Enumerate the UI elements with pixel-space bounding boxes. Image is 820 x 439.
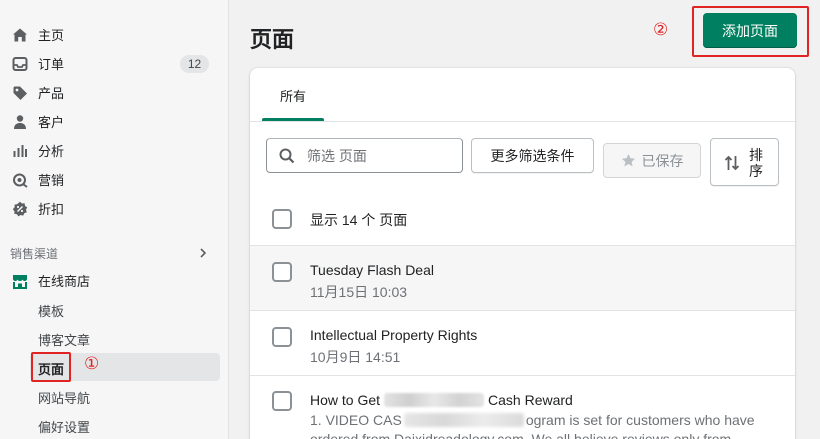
pages-count-label: 显示 14 个 页面 [310,212,408,228]
sort-button[interactable]: 排序 [710,138,779,186]
annotation-box-pages [31,352,71,382]
sidebar-item-online-store[interactable]: 在线商店 [0,266,229,295]
add-page-button[interactable]: 添加页面 [703,13,797,48]
sort-label: 排序 [749,147,763,179]
divider [250,121,795,122]
sidebar-item-customers[interactable]: 客户 [0,107,229,136]
row-date: 10月9日 14:51 [310,349,401,365]
sidebar-item-label: 营销 [38,173,65,188]
sales-channels-label: 销售渠道 [10,247,59,261]
saved-button[interactable]: 已保存 [603,143,701,178]
row-date: 11月15日 10:03 [310,284,408,300]
sidebar-item-label: 订单 [38,57,65,72]
row-title[interactable]: Intellectual Property Rights [310,327,477,343]
tag-icon [12,85,28,101]
row-title[interactable]: How to Get Cash Reward [310,392,573,408]
more-filters-button[interactable]: 更多筛选条件 [471,138,594,173]
target-icon [12,172,28,188]
sidebar-subitem-preferences[interactable]: 偏好设置 [38,417,90,436]
person-icon [12,114,28,130]
store-icon [12,273,28,289]
sidebar-item-label: 分析 [38,144,65,159]
discount-icon [12,201,28,217]
row-description-line2: ordered from Daixidreadology.com. We all… [310,431,732,439]
select-all-checkbox[interactable] [272,209,292,229]
row-checkbox[interactable] [272,391,292,411]
star-icon [621,153,636,168]
inbox-icon [12,56,28,72]
row-checkbox[interactable] [272,262,292,282]
row-title[interactable]: Tuesday Flash Deal [310,262,434,278]
search-icon [279,148,295,164]
sidebar-item-marketing[interactable]: 营销 [0,165,229,194]
sidebar: 主页 订单 12 产品 客户 分析 营销 折扣 销售渠道 在线商店 模板 博客文… [0,0,229,439]
sidebar-item-products[interactable]: 产品 [0,78,229,107]
sidebar-subitem-themes[interactable]: 模板 [38,301,64,320]
sidebar-item-label: 折扣 [38,202,65,217]
sidebar-item-analytics[interactable]: 分析 [0,136,229,165]
tab-all[interactable]: 所有 [262,68,324,122]
sidebar-item-label: 产品 [38,86,65,101]
search-input[interactable]: 筛选 页面 [266,138,463,173]
pages-card: 所有 筛选 页面 更多筛选条件 已保存 排序 显示 14 个 页面 Tuesda… [250,68,795,439]
annotation-marker-2: ② [653,20,669,39]
row-checkbox[interactable] [272,327,292,347]
annotation-marker-1: ① [84,354,100,373]
sidebar-item-discounts[interactable]: 折扣 [0,194,229,223]
search-placeholder: 筛选 页面 [307,147,367,164]
chevron-right-icon[interactable] [197,246,209,260]
sidebar-item-orders[interactable]: 订单 12 [0,49,229,78]
divider [250,310,795,311]
saved-label: 已保存 [641,152,684,169]
sidebar-item-label: 主页 [38,28,65,43]
sort-icon [724,154,740,172]
redacted-text [403,413,524,427]
redacted-text [384,393,485,407]
divider [250,375,795,376]
sidebar-item-label: 客户 [38,115,65,130]
row-description: 1. VIDEO CAS ogram is set for customers w… [310,412,755,428]
sidebar-subitem-blog-posts[interactable]: 博客文章 [38,330,90,349]
sidebar-subitem-navigation[interactable]: 网站导航 [38,388,90,407]
bar-chart-icon [12,143,28,159]
sidebar-item-home[interactable]: 主页 [0,20,229,49]
orders-count-badge: 12 [180,55,209,73]
sidebar-item-label: 在线商店 [38,274,91,289]
home-icon [12,27,28,43]
page-title: 页面 [250,27,295,52]
